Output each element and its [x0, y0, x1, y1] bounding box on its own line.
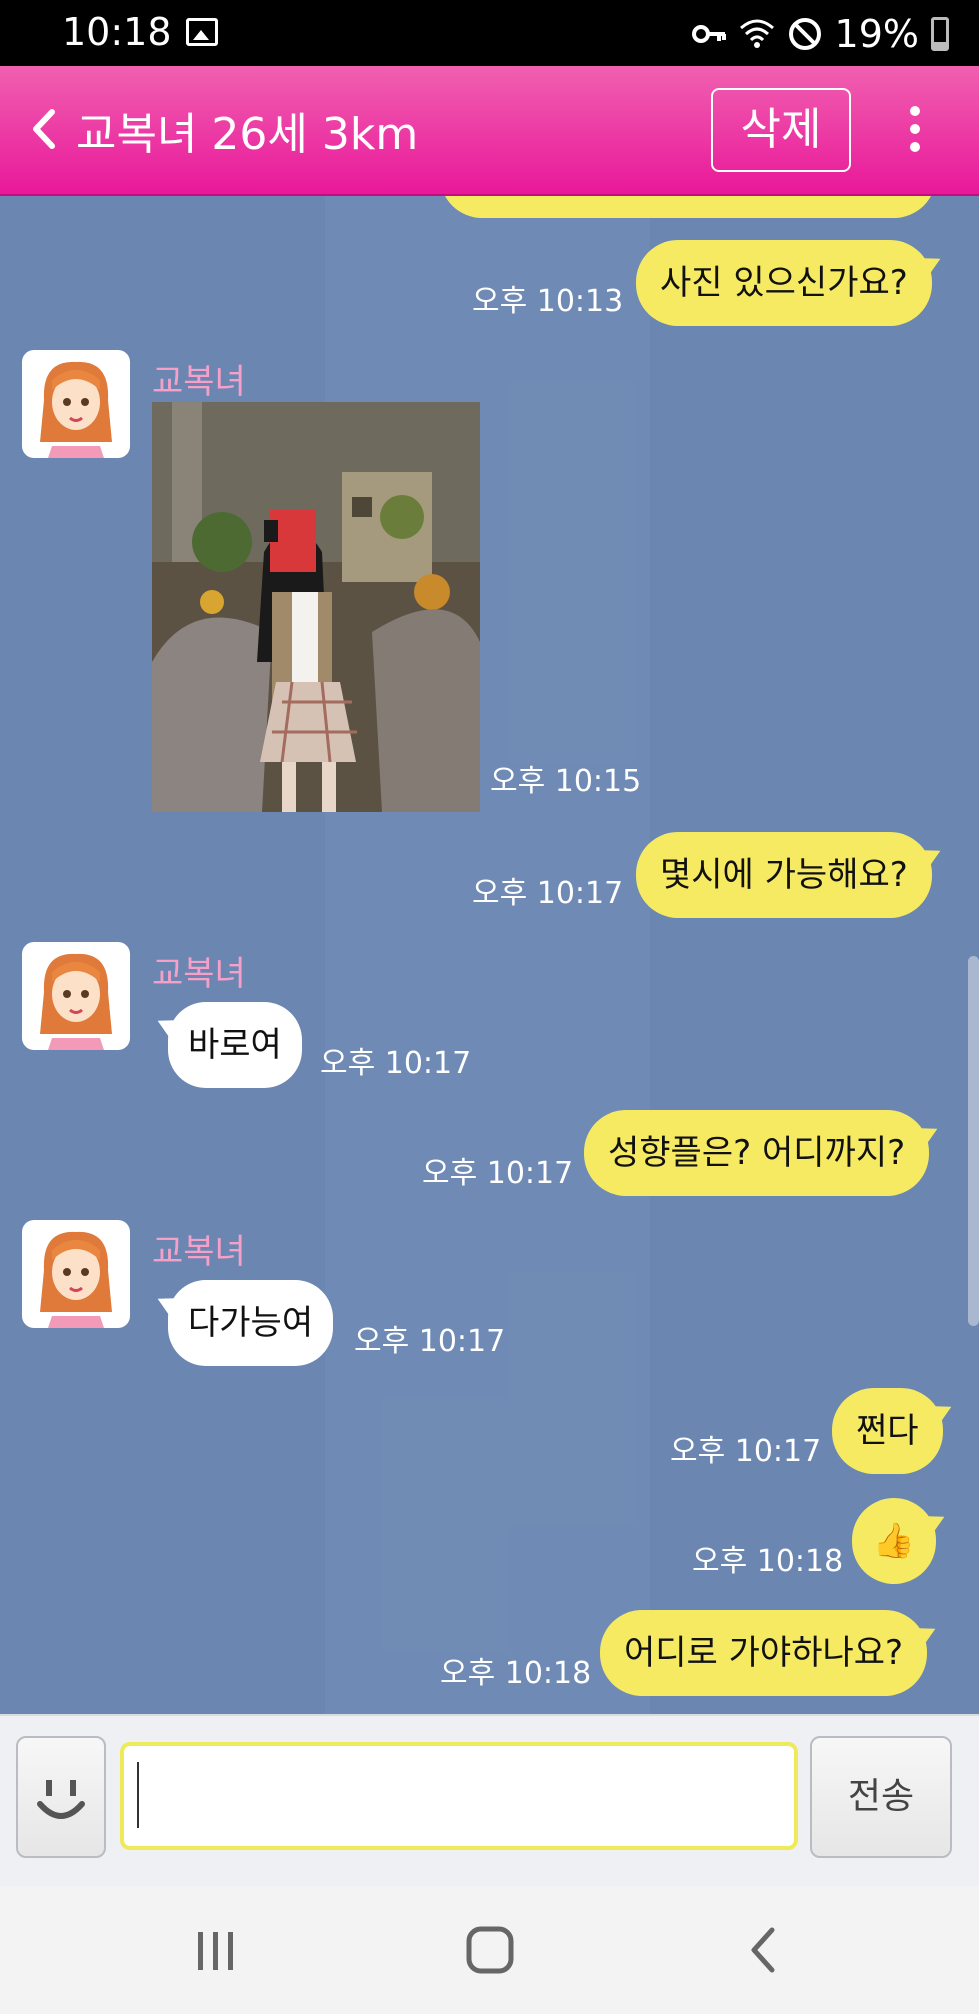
- message-bubble: 사진 있으신가요?: [636, 240, 932, 326]
- battery-percent: 19%: [834, 12, 919, 56]
- shared-photo[interactable]: [152, 402, 480, 812]
- photo-image: [152, 402, 480, 812]
- message-time: 오후 10:17: [320, 1046, 472, 1081]
- wifi-icon: [739, 19, 774, 48]
- avatar[interactable]: [22, 350, 130, 458]
- delete-button[interactable]: 삭제: [711, 88, 851, 172]
- avatar[interactable]: [22, 942, 130, 1050]
- message-bubble: 몇시에 가능해요?: [636, 832, 932, 918]
- send-button[interactable]: 전송: [810, 1736, 952, 1858]
- message-input-bar: 전송: [0, 1714, 979, 1886]
- recent-apps-icon[interactable]: [186, 1920, 246, 1980]
- message-bubble: 성향플은? 어디까지?: [584, 1110, 930, 1196]
- chat-header: 교복녀 26세 3km 삭제: [0, 66, 979, 196]
- sender-name: 교복녀: [152, 954, 246, 994]
- message-time: 오후 10:13: [472, 284, 624, 319]
- message-time: 오후 10:17: [422, 1156, 574, 1191]
- cartoon-girl-avatar: [40, 953, 112, 1050]
- message-bubble: 어디로 가야하나요?: [600, 1610, 928, 1696]
- chat-title: 교복녀 26세 3km: [76, 109, 419, 160]
- do-not-disturb-icon: [788, 18, 821, 50]
- status-bar: 10:18 19%: [0, 0, 979, 66]
- chat-scrollbar[interactable]: [968, 956, 979, 1326]
- message-time: 오후 10:15: [490, 764, 642, 799]
- chat-area[interactable]: 오후 10:13 사진 있으신가요? 교복녀 오후 10:15 오후 10:17…: [0, 196, 979, 1714]
- system-nav-bar: [0, 1886, 979, 2014]
- message-time: 오후 10:17: [670, 1434, 822, 1469]
- home-icon[interactable]: [460, 1920, 520, 1980]
- emoticon-button[interactable]: [16, 1736, 106, 1858]
- message-bubble: 다가능여: [168, 1280, 334, 1366]
- message-input[interactable]: [120, 1742, 798, 1850]
- message-time: 오후 10:18: [440, 1656, 592, 1691]
- sender-name: 교복녀: [152, 1232, 246, 1272]
- back-arrow-icon[interactable]: [24, 104, 64, 154]
- message-bubble: 바로여: [168, 1002, 302, 1088]
- back-icon[interactable]: [734, 1920, 794, 1980]
- image-notification-icon: [186, 18, 218, 46]
- message-time: 오후 10:17: [472, 876, 624, 911]
- avatar[interactable]: [22, 1220, 130, 1328]
- cartoon-girl-avatar: [40, 1231, 112, 1328]
- more-options-icon[interactable]: [900, 106, 930, 156]
- smiley-icon: [37, 1780, 85, 1819]
- message-bubble-partial: [440, 196, 936, 218]
- key-icon: [691, 25, 726, 43]
- sender-name: 교복녀: [152, 362, 246, 402]
- message-bubble: 쩐다: [832, 1388, 943, 1474]
- battery-icon: [931, 17, 949, 51]
- status-time: 10:18: [62, 10, 172, 54]
- text-cursor: [137, 1762, 139, 1828]
- emoji-bubble: 👍: [852, 1498, 936, 1584]
- thumbs-up-icon: 👍: [872, 1521, 916, 1561]
- message-time: 오후 10:18: [692, 1544, 844, 1579]
- cartoon-girl-avatar: [40, 361, 112, 458]
- message-time: 오후 10:17: [354, 1324, 506, 1359]
